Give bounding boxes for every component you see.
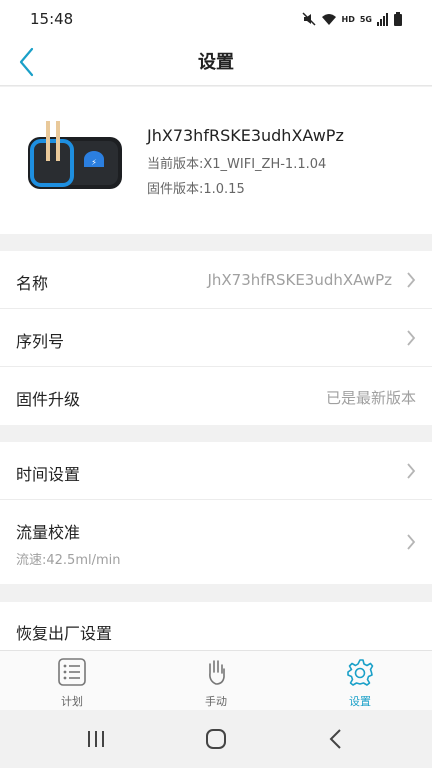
serial-label: 序列号 bbox=[16, 332, 65, 351]
status-time: 15:48 bbox=[30, 10, 74, 28]
tab-manual[interactable]: 手动 bbox=[144, 651, 288, 711]
wifi-icon bbox=[321, 14, 336, 25]
gear-icon bbox=[347, 659, 374, 686]
system-nav-bar bbox=[0, 710, 432, 768]
flow-rate-value: 流速:42.5ml/min bbox=[16, 553, 121, 568]
page-title: 设置 bbox=[198, 52, 234, 73]
time-settings-row[interactable]: 时间设置 bbox=[0, 442, 432, 500]
tab-plan-label: 计划 bbox=[61, 695, 83, 708]
device-image: ⚡ bbox=[28, 121, 122, 189]
hand-icon bbox=[209, 660, 225, 685]
serial-row[interactable]: 序列号 bbox=[0, 309, 432, 367]
home-icon[interactable] bbox=[204, 727, 228, 751]
name-row[interactable]: 名称 JhX73hfRSKE3udhXAwPz bbox=[0, 251, 432, 309]
bottom-tab-bar: 计划 手动 设置 bbox=[0, 650, 432, 710]
factory-reset-label: 恢复出厂设置 bbox=[16, 624, 113, 643]
svg-text:⚡: ⚡ bbox=[91, 158, 97, 167]
flow-calibration-label: 流量校准 bbox=[16, 523, 81, 542]
tab-plan[interactable]: 计划 bbox=[0, 651, 144, 711]
name-value: JhX73hfRSKE3udhXAwPz bbox=[207, 271, 392, 289]
tab-settings-label: 设置 bbox=[349, 695, 371, 708]
firmware-upgrade-row[interactable]: 固件升级 已是最新版本 bbox=[0, 367, 432, 425]
chevron-right-icon bbox=[407, 463, 416, 479]
list-icon bbox=[58, 658, 86, 686]
mute-icon bbox=[301, 12, 316, 26]
device-info-card: ⚡ JhX73hfRSKE3udhXAwPz 当前版本:X1_WIFI_ZH-1… bbox=[0, 87, 432, 234]
tab-settings[interactable]: 设置 bbox=[288, 651, 432, 711]
chevron-right-icon bbox=[407, 330, 416, 346]
status-bar: 15:48 HD 5G bbox=[0, 0, 432, 38]
network-badge: 5G bbox=[359, 14, 372, 24]
firmware-version: 固件版本:1.0.15 bbox=[147, 182, 245, 197]
time-settings-label: 时间设置 bbox=[16, 465, 81, 484]
device-settings-section: 名称 JhX73hfRSKE3udhXAwPz 序列号 固件升级 已是最新版本 bbox=[0, 251, 432, 425]
device-name: JhX73hfRSKE3udhXAwPz bbox=[147, 126, 344, 145]
calibration-section: 时间设置 流量校准 流速:42.5ml/min bbox=[0, 442, 432, 584]
signal-icon bbox=[377, 13, 388, 26]
name-label: 名称 bbox=[16, 274, 49, 293]
chevron-right-icon bbox=[407, 534, 416, 550]
app-header: 设置 bbox=[0, 38, 432, 86]
current-version: 当前版本:X1_WIFI_ZH-1.1.04 bbox=[147, 157, 327, 172]
tab-manual-label: 手动 bbox=[205, 695, 227, 708]
chevron-right-icon bbox=[407, 272, 416, 288]
recents-icon[interactable] bbox=[84, 727, 108, 751]
firmware-status: 已是最新版本 bbox=[325, 389, 416, 407]
status-icons: HD 5G bbox=[301, 10, 402, 28]
back-nav-icon[interactable] bbox=[324, 727, 348, 751]
reset-section: 恢复出厂设置 bbox=[0, 602, 432, 650]
firmware-upgrade-label: 固件升级 bbox=[16, 390, 81, 409]
battery-icon bbox=[394, 12, 402, 26]
hd-badge: HD bbox=[341, 14, 355, 24]
flow-calibration-row[interactable]: 流量校准 流速:42.5ml/min bbox=[0, 500, 432, 584]
